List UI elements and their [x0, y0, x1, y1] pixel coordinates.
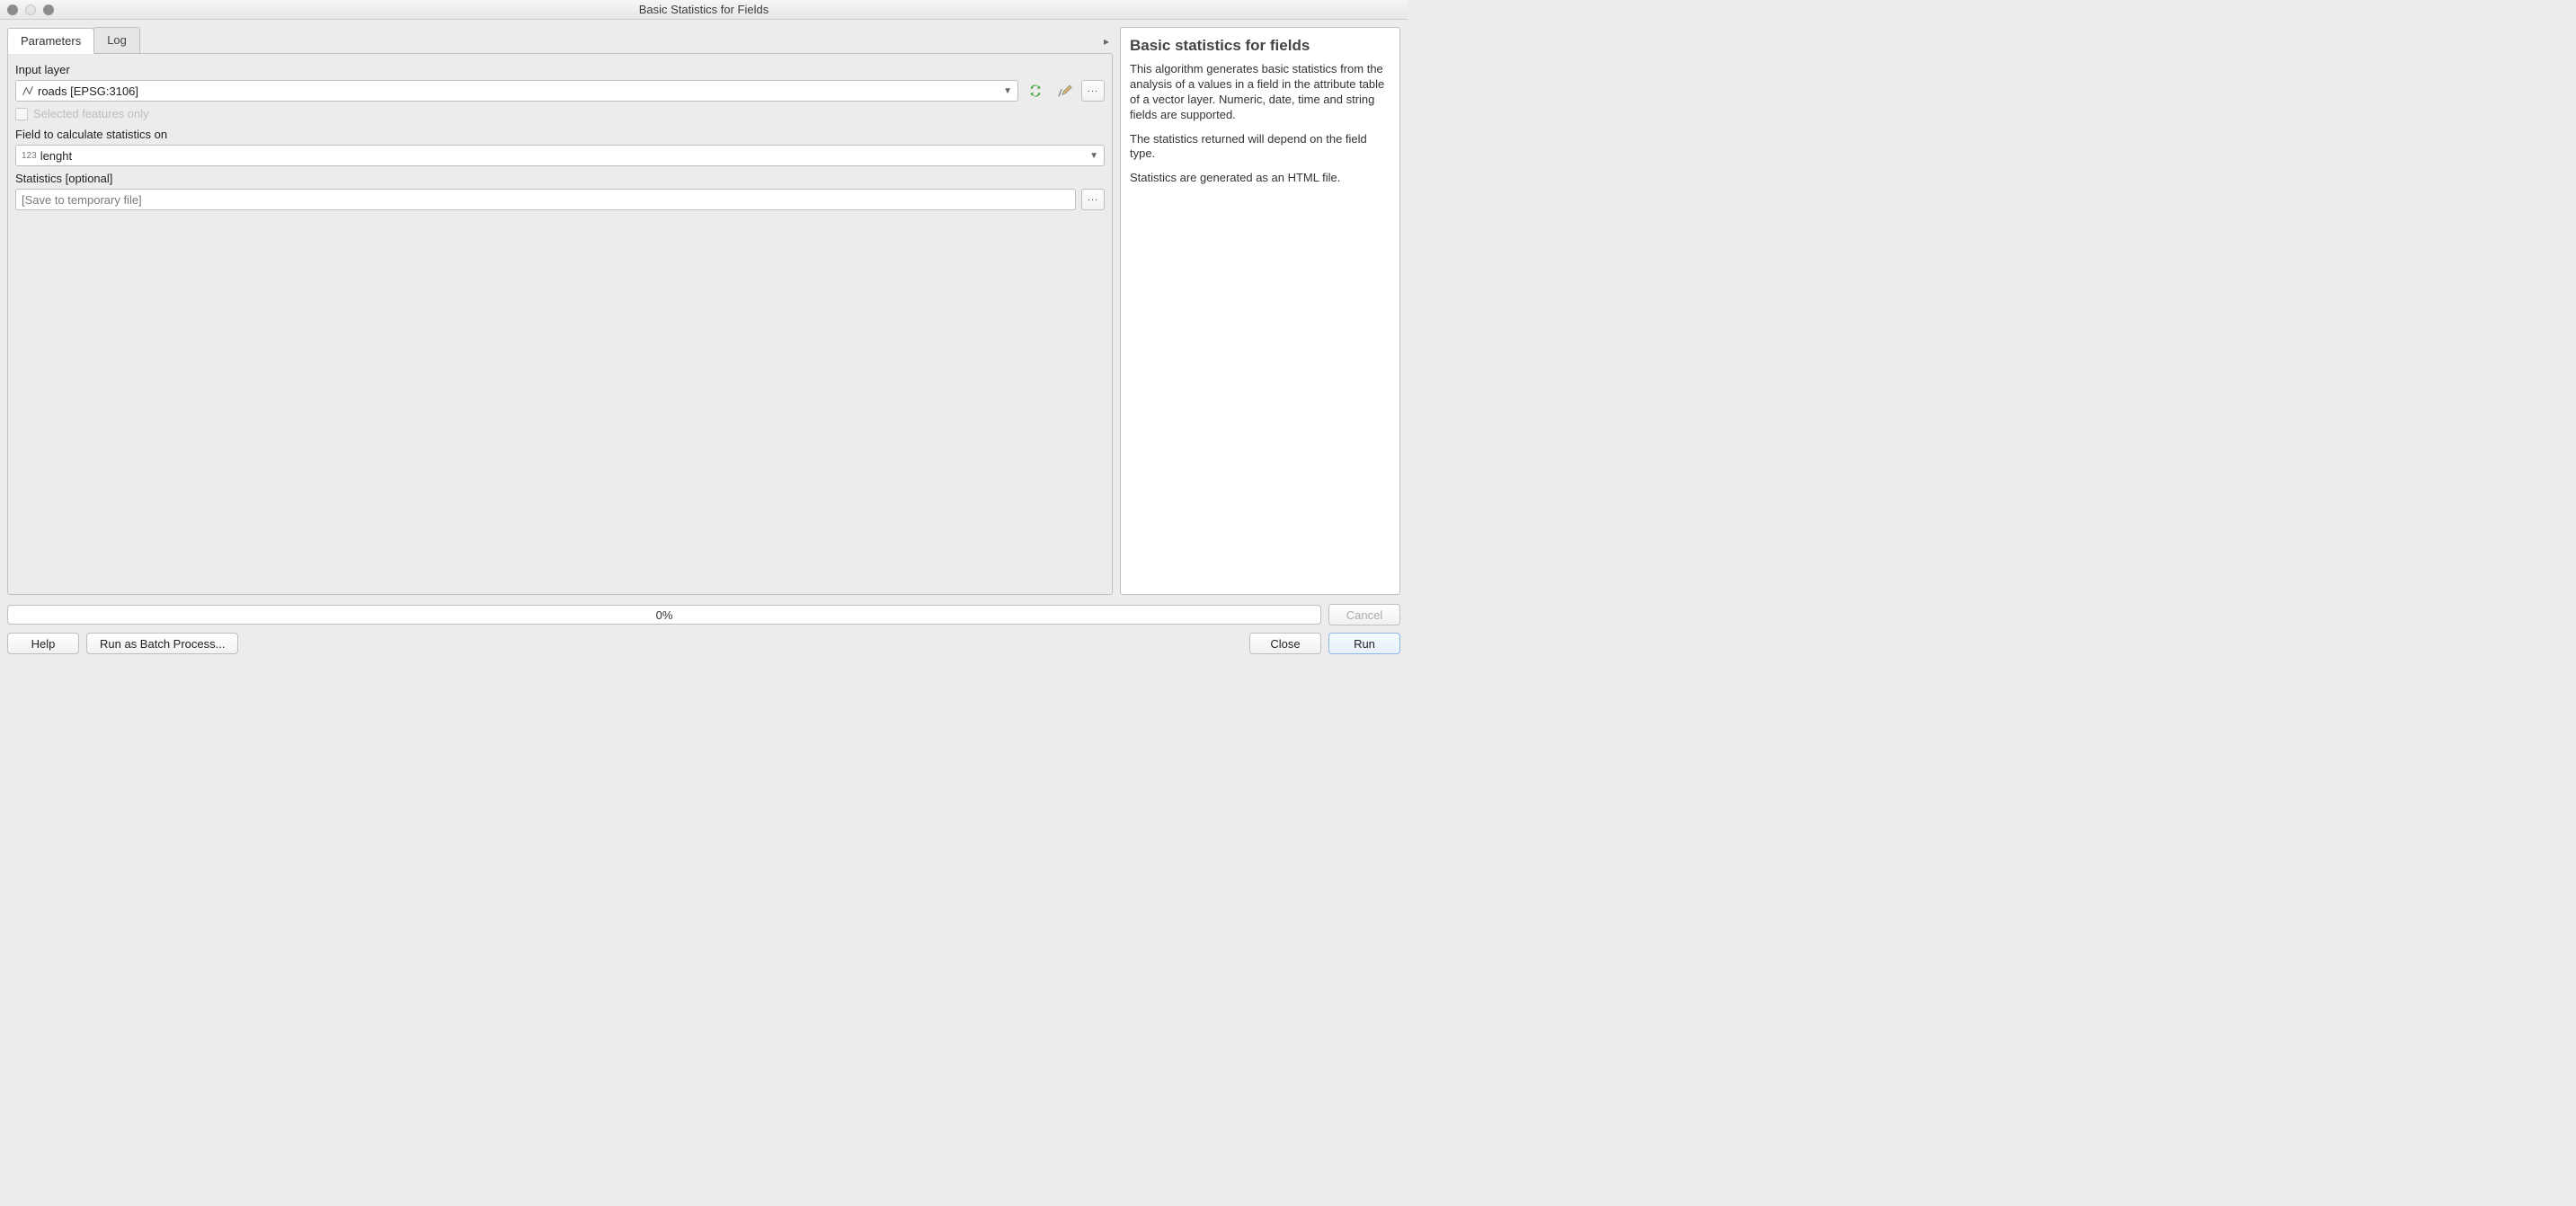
help-paragraph-2: The statistics returned will depend on t… [1130, 132, 1390, 163]
window-controls [7, 4, 54, 15]
statistics-output-input[interactable] [22, 193, 1070, 207]
window-title: Basic Statistics for Fields [0, 3, 1408, 16]
input-layer-browse-button[interactable]: ... [1081, 80, 1105, 102]
help-paragraph-3: Statistics are generated as an HTML file… [1130, 171, 1390, 186]
cancel-button: Cancel [1328, 604, 1400, 625]
field-label: Field to calculate statistics on [15, 128, 1105, 141]
advanced-options-button[interactable] [1053, 80, 1076, 102]
progress-bar: 0% [7, 605, 1321, 625]
help-paragraph-1: This algorithm generates basic statistic… [1130, 62, 1390, 123]
progress-text: 0% [656, 608, 673, 622]
checkbox-icon [15, 108, 28, 120]
field-combo[interactable]: 123 lenght ▼ [15, 145, 1105, 166]
iterate-features-button[interactable] [1024, 80, 1047, 102]
statistics-label: Statistics [optional] [15, 172, 1105, 185]
help-button[interactable]: Help [7, 633, 79, 654]
tab-log[interactable]: Log [93, 27, 140, 53]
statistics-output-browse-button[interactable]: ... [1081, 189, 1105, 210]
input-layer-label: Input layer [15, 63, 1105, 76]
window-minimize-icon[interactable] [25, 4, 36, 15]
line-layer-icon [22, 84, 34, 97]
help-title: Basic statistics for fields [1130, 37, 1390, 55]
field-value: lenght [40, 149, 1084, 163]
help-panel: Basic statistics for fields This algorit… [1120, 27, 1400, 595]
selected-features-label: Selected features only [33, 107, 149, 120]
window-zoom-icon[interactable] [43, 4, 54, 15]
tab-bar: Parameters Log [7, 27, 139, 53]
ellipsis-icon: ... [1088, 192, 1098, 203]
run-button[interactable]: Run [1328, 633, 1400, 654]
chevron-down-icon: ▼ [998, 86, 1012, 96]
input-layer-value: roads [EPSG:3106] [38, 84, 998, 98]
tab-parameters[interactable]: Parameters [7, 28, 94, 54]
titlebar: Basic Statistics for Fields [0, 0, 1408, 20]
run-batch-button[interactable]: Run as Batch Process... [86, 633, 238, 654]
close-button[interactable]: Close [1249, 633, 1321, 654]
statistics-output-field[interactable] [15, 189, 1076, 210]
window-close-icon[interactable] [7, 4, 18, 15]
chevron-down-icon: ▼ [1084, 151, 1098, 161]
collapse-help-icon[interactable]: ▸ [1100, 31, 1113, 53]
selected-features-checkbox: Selected features only [15, 107, 1105, 120]
ellipsis-icon: ... [1088, 84, 1098, 94]
parameters-panel: Input layer roads [EPSG:3106] ▼ [7, 53, 1113, 595]
input-layer-combo[interactable]: roads [EPSG:3106] ▼ [15, 80, 1018, 102]
numeric-field-icon: 123 [22, 151, 37, 161]
